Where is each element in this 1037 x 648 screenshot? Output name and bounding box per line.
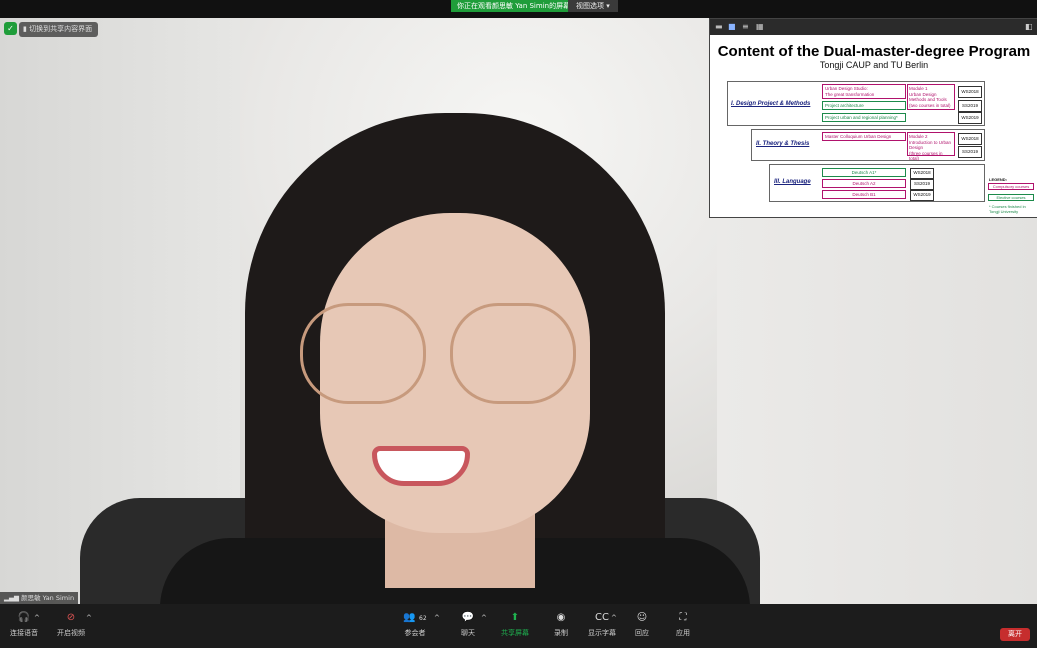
thumbnail-toolbar: ▬ ■ ≡ ▦ ◧ <box>710 19 1037 35</box>
captions-chevron-icon[interactable]: ^ <box>611 614 617 622</box>
camera-off-icon: ⊘ <box>66 612 76 623</box>
slide-subtitle: Tongji CAUP and TU Berlin <box>819 60 929 70</box>
course-deutsch-a2: Deutsch A2 <box>822 179 906 188</box>
audio-options-chevron-icon[interactable]: ^ <box>34 614 40 622</box>
video-options-chevron-icon[interactable]: ^ <box>86 614 92 622</box>
legend-note: * Courses finished in Tongji University <box>989 204 1026 214</box>
record-button[interactable]: ◉ 录制 <box>552 612 570 638</box>
grid-view-icon[interactable]: ▦ <box>756 22 764 31</box>
encryption-shield-icon: ✓ <box>4 22 17 35</box>
course-project-planning: Project urban and regional planning* <box>822 113 906 122</box>
minimize-icon[interactable]: ▬ <box>715 22 723 31</box>
semester-badge: SS2019 <box>958 146 982 158</box>
chat-icon: 💬 <box>461 612 475 623</box>
share-screen-button[interactable]: ⬆ 共享屏幕 <box>500 612 530 638</box>
glasses-right <box>450 303 576 404</box>
sharing-banner: 你正在观看颜思敏 Yan Simin的屏幕 <box>451 0 577 12</box>
shared-screen-thumbnail[interactable]: ▬ ■ ≡ ▦ ◧ Content of the Dual-master-deg… <box>709 18 1037 218</box>
course-urban-design-studio: Urban Design Studio: The great transform… <box>822 84 906 99</box>
course-master-colloquium: Master Colloquium Urban Design <box>822 132 906 141</box>
switch-to-share-button[interactable]: ▮ 切换到共享内容界面 <box>19 22 99 37</box>
participants-icon: 👥 62 <box>403 612 427 623</box>
record-icon: ◉ <box>556 612 566 623</box>
course-deutsch-b1: Deutsch B1 <box>822 190 906 199</box>
section-design-label: I. Design Project & Methods <box>731 101 811 107</box>
section-language-label: III. Language <box>774 179 811 185</box>
legend-title: LEGEND: <box>989 177 1007 182</box>
legend-compulsory: Compulsory courses <box>988 183 1034 190</box>
expand-icon[interactable]: ◧ <box>1025 22 1033 31</box>
meeting-toolbar: 🎧 连接语音 ^ ⊘ 开启视频 ^ 👥 62 参会者 ^ 💬 聊天 ^ ⬆ 共享… <box>0 604 1037 648</box>
semester-badge: WS2018 <box>958 133 982 145</box>
video-button[interactable]: ⊘ 开启视频 <box>56 612 86 638</box>
chat-button[interactable]: 💬 聊天 <box>458 612 478 638</box>
leave-button[interactable]: 离开 <box>1000 628 1030 641</box>
semester-badge: SS2019 <box>958 100 982 112</box>
semester-badge: SS2019 <box>910 179 934 190</box>
strip-view-icon[interactable]: ≡ <box>742 22 749 31</box>
course-deutsch-a1: Deutsch A1* <box>822 168 906 177</box>
share-screen-icon: ⬆ <box>510 612 520 623</box>
participants-chevron-icon[interactable]: ^ <box>434 614 440 622</box>
apps-icon: ⛶ <box>679 612 687 623</box>
participants-button[interactable]: 👥 62 参会者 <box>400 612 430 638</box>
semester-badge: WS2018 <box>958 86 982 98</box>
semester-badge: WS2018 <box>910 168 934 179</box>
thumbnail-view-icon[interactable]: ■ <box>728 22 736 31</box>
legend-elective: Elective courses <box>988 194 1034 201</box>
glasses-left <box>300 303 426 404</box>
view-options-button[interactable]: 视图选项 ▾ <box>568 0 618 12</box>
chat-chevron-icon[interactable]: ^ <box>481 614 487 622</box>
participant-name-label: ▂▄▆ 颜思敏 Yan Simin <box>0 592 79 604</box>
module-2: Module 2 Introduction to Urban Design (t… <box>907 132 955 161</box>
semester-badge: WS2019 <box>910 190 934 201</box>
apps-button[interactable]: ⛶ 应用 <box>674 612 692 638</box>
reactions-button[interactable]: ☺ 回应 <box>633 612 651 638</box>
semester-badge: WS2019 <box>958 112 982 124</box>
slide-title: Content of the Dual-master-degree Progra… <box>717 43 1031 60</box>
mouth <box>372 446 470 486</box>
reaction-icon: ☺ <box>636 612 648 623</box>
section-theory-label: II. Theory & Thesis <box>756 141 810 147</box>
course-project-architecture: Project architecture <box>822 101 906 110</box>
module-1: Module 1 Urban Design Methods and Tools … <box>907 84 955 110</box>
